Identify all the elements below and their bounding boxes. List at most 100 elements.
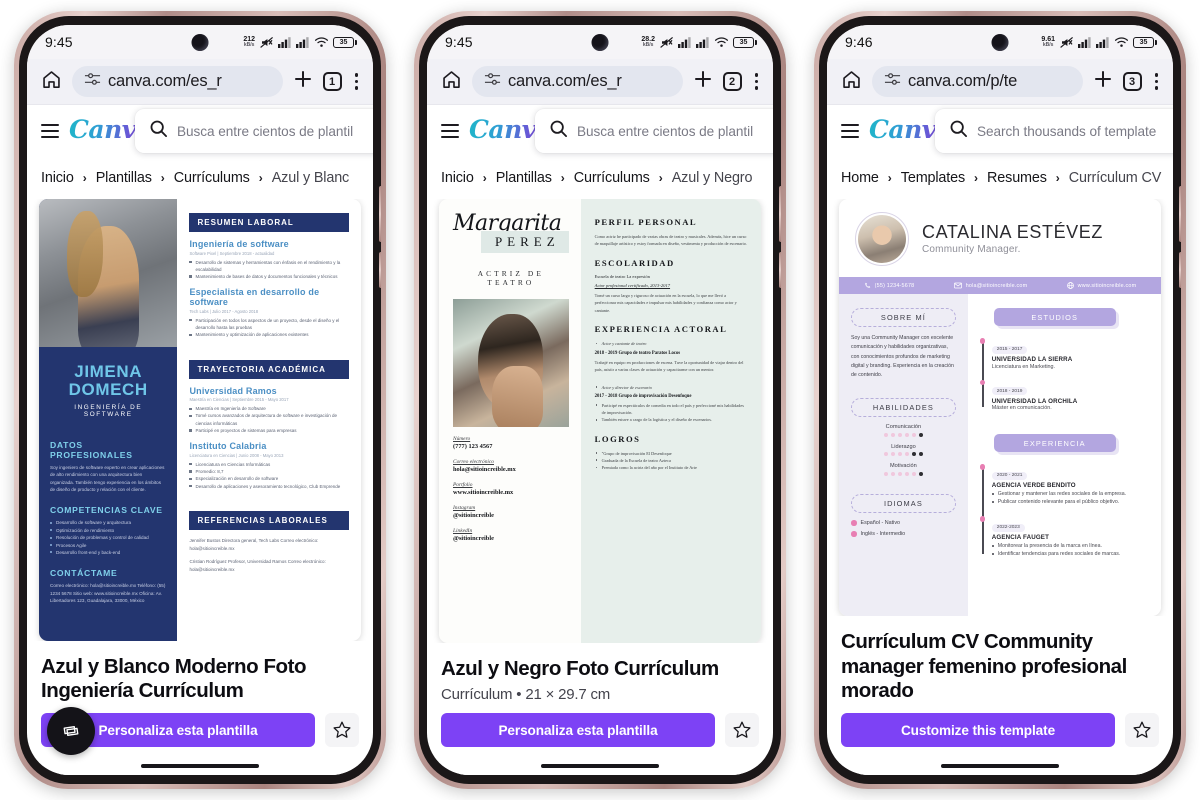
resume2-exp1-title: 2017 - 2018 Grupo de improvisación Desen…	[594, 393, 692, 399]
breadcrumb-item-templates-3[interactable]: Templates	[901, 170, 965, 186]
hamburger-menu-icon-2[interactable]	[441, 124, 459, 138]
search-input-1[interactable]: Busca entre cientos de plantil	[135, 109, 373, 153]
site-settings-icon-2[interactable]	[484, 72, 501, 91]
list-item: Procesos Agile	[50, 542, 166, 549]
breadcrumb-item-home-1[interactable]: Inicio	[41, 170, 74, 186]
resume1-bar-referencias: REFERENCIAS LABORALES	[189, 510, 349, 530]
list-item: Desarrollo front-end y back-end	[50, 549, 166, 556]
battery-level-2: 35	[739, 38, 748, 46]
volume-down-button-3[interactable]	[1179, 252, 1181, 288]
resume2-portrait-photo	[453, 299, 569, 427]
resume3-education-detail-1: Máster en comunicación.	[991, 405, 1052, 411]
new-tab-icon-1[interactable]	[293, 69, 313, 94]
customize-template-button-2[interactable]: Personaliza esta plantilla	[441, 713, 715, 747]
search-input-2[interactable]: Busca entre cientos de plantil	[535, 109, 773, 153]
volume-up-button-3[interactable]	[1179, 186, 1181, 242]
resume1-job-items-0: Desarrollo de sistemas y herramientas co…	[189, 259, 349, 281]
action-bar-2: Personaliza esta plantilla	[427, 707, 773, 757]
resume2-contact-value-0: (777) 123 4567	[453, 443, 493, 450]
resume2-heading-logros: LOGROS	[594, 433, 641, 444]
ringer-muted-icon-2	[659, 36, 674, 49]
favorite-star-button-2[interactable]	[725, 713, 759, 747]
home-icon-3[interactable]	[841, 69, 862, 95]
breadcrumb-separator-icon-2: ›	[482, 171, 487, 185]
resume3-experience-timeline: 2020 - 2021 AGENCIA VERDE BENDITO Gestio…	[979, 463, 1149, 558]
favorite-star-button-1[interactable]	[325, 713, 359, 747]
search-icon-1	[149, 119, 168, 143]
resume-document-preview-3[interactable]: CATALINA ESTÉVEZ Community Manager. (55)…	[839, 199, 1161, 617]
resume1-left-section-datos: DATOS PROFESIONALES Soy ingeniero de sof…	[39, 440, 177, 494]
search-placeholder-3: Search thousands of template	[977, 123, 1157, 139]
list-item: Maestría en Ingeniería de Software	[189, 405, 349, 412]
screen-rotate-floating-button-1[interactable]	[47, 707, 95, 755]
tab-counter-1[interactable]: 1	[322, 72, 342, 91]
template-preview-wrap-1: JIMENA DOMECH INGENIERÍA DE SOFTWARE DAT…	[27, 199, 373, 641]
status-clock-2: 9:45	[445, 34, 473, 50]
resume1-edu-items-0: Maestría en Ingeniería de Software Tomé …	[189, 405, 349, 434]
resume3-experience-items-0: Gestionar y mantener las redes sociales …	[991, 490, 1149, 506]
resume2-exp1-items: Participé en espectáculos de comedia en …	[595, 402, 747, 424]
resume2-contact-label-0: Número	[453, 436, 471, 442]
resume1-left-section-contacto: CONTÁCTAME Correo electrónico: hola@siti…	[39, 568, 177, 604]
site-settings-icon-3[interactable]	[884, 72, 901, 91]
breadcrumb-item-home-2[interactable]: Inicio	[441, 170, 474, 186]
front-camera-punchhole-3	[991, 34, 1009, 51]
volume-up-button-1[interactable]	[379, 186, 381, 242]
hamburger-menu-icon-1[interactable]	[41, 124, 59, 138]
resume3-experience-org-1: AGENCIA FAUGET	[991, 534, 1050, 542]
resume-document-preview-1[interactable]: JIMENA DOMECH INGENIERÍA DE SOFTWARE DAT…	[39, 199, 361, 641]
breadcrumb-item-resumes-3[interactable]: Resumes	[987, 170, 1047, 186]
list-item: Desarrollo de aplicaciones y asesoramien…	[189, 483, 349, 490]
resume2-right-column: PERFIL PERSONAL Como actriz he participa…	[580, 199, 761, 643]
resume1-competencias-list: Desarrollo de software y arquitectura Op…	[50, 519, 166, 556]
template-preview-wrap-2: Margarita PEREZ ACTRIZ DE TEATRO Número …	[427, 199, 773, 643]
new-tab-icon-3[interactable]	[1093, 69, 1113, 94]
list-item: Monitorear la presencia de la marca en l…	[991, 542, 1149, 550]
resume2-escolaridad-cert: Actor profesional certificado, 2013-2017	[594, 282, 671, 288]
canva-app-bar-1: Canva Busca entre cientos de plantil	[27, 105, 373, 157]
breadcrumb-item-resumes-1[interactable]: Currículums	[174, 170, 250, 186]
new-tab-icon-2[interactable]	[693, 69, 713, 94]
breadcrumb-item-resumes-2[interactable]: Currículums	[574, 170, 650, 186]
home-icon-2[interactable]	[441, 69, 462, 95]
resume1-portrait-photo	[39, 199, 178, 347]
customize-template-button-3[interactable]: Customize this template	[841, 713, 1115, 747]
list-item: Desarrollo de sistemas y herramientas co…	[189, 259, 349, 274]
hamburger-menu-icon-3[interactable]	[841, 124, 859, 138]
resume2-contact-label-1: Correo electrónico	[453, 459, 494, 465]
address-bar-3[interactable]: canva.com/p/te	[872, 66, 1083, 97]
site-settings-icon-1[interactable]	[84, 72, 101, 91]
breadcrumb-item-templates-1[interactable]: Plantillas	[96, 170, 152, 186]
list-item: Participación en todos los aspectos de u…	[189, 317, 349, 332]
phone-bezel-2: 9:45 28.2 kB/s 35 canva.com/es_r 2 Canva…	[419, 16, 781, 784]
volume-down-button-2[interactable]	[779, 252, 781, 288]
status-bar-1: 9:45 212 kB/s 35	[27, 25, 373, 59]
address-bar-2[interactable]: canva.com/es_r	[472, 66, 683, 97]
android-home-indicator-3[interactable]	[827, 757, 1173, 775]
breadcrumb-item-templates-2[interactable]: Plantillas	[496, 170, 552, 186]
home-icon-1[interactable]	[41, 69, 62, 95]
tab-counter-2[interactable]: 2	[722, 72, 742, 91]
browser-chrome-2: canva.com/es_r 2	[427, 59, 773, 105]
list-item: Premiada como la actriz del año por el I…	[595, 464, 747, 471]
volume-down-button-1[interactable]	[379, 252, 381, 288]
volume-up-button-2[interactable]	[779, 186, 781, 242]
browser-menu-icon-1[interactable]	[352, 71, 361, 91]
tab-counter-3[interactable]: 3	[1122, 72, 1142, 91]
android-home-indicator-2[interactable]	[427, 757, 773, 775]
list-item: Mantenimiento y optimización de aplicaci…	[189, 331, 349, 338]
browser-menu-icon-2[interactable]	[752, 71, 761, 91]
favorite-star-button-3[interactable]	[1125, 713, 1159, 747]
breadcrumb-item-home-3[interactable]: Home	[841, 170, 879, 186]
breadcrumb-separator-icon-3b: ›	[974, 171, 979, 185]
browser-menu-icon-3[interactable]	[1152, 71, 1161, 91]
resume3-experience-years-0: 2020 - 2021	[991, 471, 1028, 480]
android-home-indicator-1[interactable]	[27, 757, 373, 775]
search-input-3[interactable]: Search thousands of template	[935, 109, 1173, 153]
resume1-job-items-1: Participación en todos los aspectos de u…	[189, 317, 349, 339]
list-item: Resolución de problemas y control de cal…	[50, 534, 166, 541]
status-bar-2: 9:45 28.2 kB/s 35	[427, 25, 773, 59]
battery-indicator-2: 35	[733, 36, 757, 48]
resume-document-preview-2[interactable]: Margarita PEREZ ACTRIZ DE TEATRO Número …	[439, 199, 761, 643]
address-bar-1[interactable]: canva.com/es_r	[72, 66, 283, 97]
